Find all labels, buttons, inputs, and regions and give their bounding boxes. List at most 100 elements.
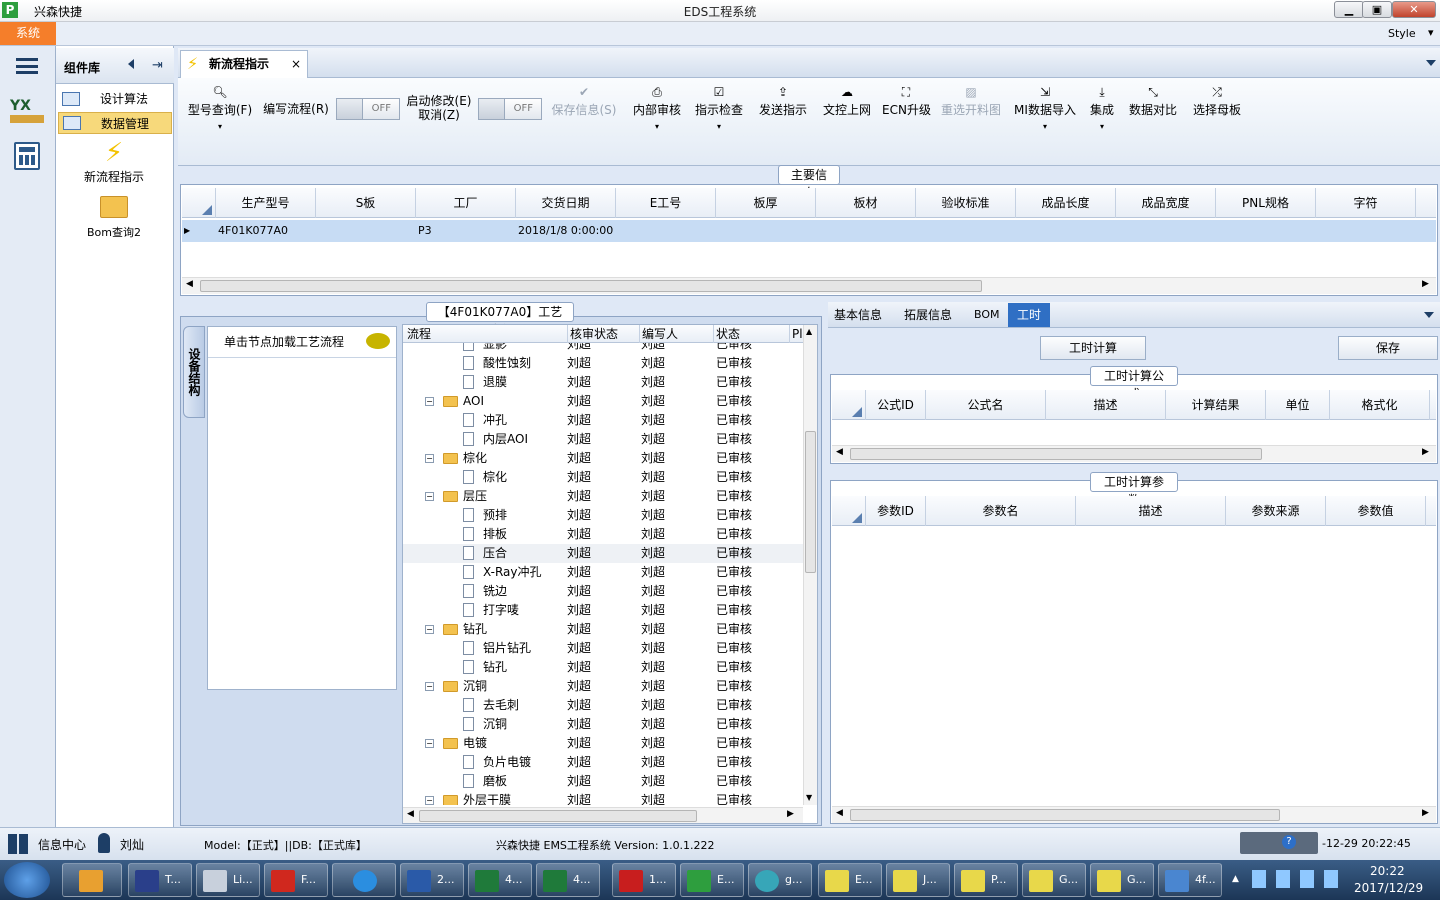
tab-extended-info[interactable]: 拓展信息 [898, 303, 958, 327]
taskbar-item[interactable]: 4f... [1158, 863, 1222, 897]
tree-row[interactable]: 负片电镀 刘超 刘超 已审核 [403, 753, 803, 772]
taskbar-item[interactable]: F... [264, 863, 328, 897]
tree-row[interactable]: 退膜 刘超 刘超 已审核 [403, 373, 803, 392]
scroll-thumb[interactable] [419, 810, 697, 822]
send-instruction-button[interactable]: ⇪ 发送指示 [756, 84, 810, 118]
column-header[interactable]: 参数名 [926, 496, 1076, 526]
column-header[interactable]: 编写人 [639, 325, 678, 343]
collapse-toggle-icon[interactable]: − [425, 492, 434, 501]
table-row[interactable]: ▶ 4F01K077A0 P3 2018/1/8 0:00:00 [182, 220, 1436, 242]
column-header[interactable]: 描述 [1076, 496, 1226, 526]
tree-row[interactable]: − 外层干膜 刘超 刘超 已审核 [403, 791, 803, 805]
tree-row[interactable]: − AOI 刘超 刘超 已审核 [403, 392, 803, 411]
column-header[interactable]: 生产型号 [216, 188, 316, 218]
scroll-left-icon[interactable]: ◀ [407, 809, 414, 819]
column-header[interactable]: 格式化 [1330, 390, 1430, 420]
tree-vscroll[interactable]: ▲ ▼ [803, 325, 817, 805]
tree-row[interactable]: 显影 刘超 刘超 已审核 [403, 343, 803, 354]
tree-row[interactable]: − 沉铜 刘超 刘超 已审核 [403, 677, 803, 696]
column-header[interactable]: 公式ID [866, 390, 926, 420]
tree-row[interactable]: 磨板 刘超 刘超 已审核 [403, 772, 803, 791]
column-header[interactable]: S板 [316, 188, 416, 218]
collapse-toggle-icon[interactable]: − [425, 454, 434, 463]
tree-row[interactable]: − 钻孔 刘超 刘超 已审核 [403, 620, 803, 639]
scroll-thumb[interactable] [200, 280, 982, 292]
tree-row[interactable]: 冲孔 刘超 刘超 已审核 [403, 411, 803, 430]
taskbar-item[interactable]: 2... [400, 863, 464, 897]
select-mother-board-button[interactable]: ⤮ 选择母板 [1190, 84, 1244, 118]
tree-row[interactable]: 铣边 刘超 刘超 已审核 [403, 582, 803, 601]
column-header[interactable]: E工号 [616, 188, 716, 218]
taskbar-item[interactable]: 4... [536, 863, 600, 897]
tree-row[interactable]: X-Ray冲孔 刘超 刘超 已审核 [403, 563, 803, 582]
reselect-drawing-button[interactable]: ▨ 重选开料图 [938, 84, 1004, 118]
right-tab-dropdown-icon[interactable] [1424, 312, 1434, 318]
instruction-check-button[interactable]: ☑ 指示检查 ▾ [692, 84, 746, 132]
yx-factory-icon[interactable]: YX [10, 98, 44, 128]
taskbar-item[interactable]: E... [818, 863, 882, 897]
taskbar-item[interactable] [62, 863, 122, 897]
vertical-tab-equipment[interactable]: 设备结构 [183, 326, 205, 418]
column-header[interactable]: 描述 [1046, 390, 1166, 420]
info-center-link[interactable]: 信息中心 [38, 836, 86, 853]
tree-row[interactable]: 去毛刺 刘超 刘超 已审核 [403, 696, 803, 715]
save-button[interactable]: 保存 [1338, 336, 1438, 360]
pin-panel-icon[interactable]: ⇥ [152, 58, 163, 73]
help-icon[interactable]: ? [1282, 835, 1296, 849]
tree-row[interactable]: 内层AOI 刘超 刘超 已审核 [403, 430, 803, 449]
column-header[interactable]: 计算结果 [1166, 390, 1266, 420]
tree-row[interactable]: 铝片钻孔 刘超 刘超 已审核 [403, 639, 803, 658]
tab-close-icon[interactable]: × [291, 51, 301, 77]
scroll-right-icon[interactable]: ▶ [1422, 447, 1429, 457]
tray-expand-icon[interactable]: ▲ [1232, 874, 1239, 884]
write-flow-button[interactable]: 编写流程(R) [262, 100, 330, 117]
scroll-right-icon[interactable]: ▶ [787, 809, 794, 819]
column-header[interactable]: 单位 [1266, 390, 1330, 420]
internal-review-button[interactable]: ⎙ 内部审核 ▾ [630, 84, 684, 132]
column-header[interactable]: 状态 [713, 325, 740, 343]
save-info-button[interactable]: ✔ 保存信息(S) [550, 84, 618, 118]
column-header[interactable]: 交货日期 [516, 188, 616, 218]
main-info-hscroll[interactable]: ◀ ▶ [182, 277, 1436, 294]
clock-time[interactable]: 20:22 [1370, 864, 1405, 878]
tree-row[interactable]: 打字唛 刘超 刘超 已审核 [403, 601, 803, 620]
new-flow-instruction-item[interactable]: ⚡ 新流程指示 [62, 138, 166, 185]
maximize-button[interactable]: ▣ [1362, 1, 1392, 18]
collapse-toggle-icon[interactable]: − [425, 796, 434, 805]
style-dropdown-icon[interactable]: ▾ [1428, 26, 1434, 39]
tree-row[interactable]: 压合 刘超 刘超 已审核 [403, 544, 803, 563]
start-modify-toggle[interactable]: OFF [478, 98, 542, 120]
collapse-toggle-icon[interactable]: − [425, 397, 434, 406]
taskbar-item[interactable]: J... [886, 863, 950, 897]
sidebar-item-design-algorithm[interactable]: 设计算法 [58, 88, 172, 110]
tree-row[interactable]: 钻孔 刘超 刘超 已审核 [403, 658, 803, 677]
column-header[interactable]: 参数值 [1326, 496, 1426, 526]
tab-new-flow-instruction[interactable]: ⚡ 新流程指示 × [180, 50, 308, 78]
column-header[interactable]: 流程 [407, 325, 431, 343]
taskbar-item[interactable]: G... [1022, 863, 1086, 897]
tree-row[interactable]: 酸性蚀刻 刘超 刘超 已审核 [403, 354, 803, 373]
tree-row[interactable]: 沉铜 刘超 刘超 已审核 [403, 715, 803, 734]
tree-row[interactable]: − 电镀 刘超 刘超 已审核 [403, 734, 803, 753]
integrate-button[interactable]: ⤓ 集成 ▾ [1086, 84, 1118, 132]
tree-hscroll[interactable]: ◀ ▶ [403, 807, 803, 823]
scroll-up-icon[interactable]: ▲ [806, 327, 812, 336]
taskbar-item[interactable]: g... [748, 863, 812, 897]
tab-work-hours[interactable]: 工时 [1008, 303, 1050, 327]
style-menu[interactable]: Style [1388, 27, 1416, 40]
calculator-icon[interactable] [14, 142, 40, 170]
system-menu[interactable]: 系统 [0, 22, 56, 45]
scroll-left-icon[interactable]: ◀ [836, 447, 843, 457]
minimize-button[interactable]: ▁ [1334, 1, 1364, 18]
bom-query-item[interactable]: Bom查询2 [62, 196, 166, 240]
scroll-thumb[interactable] [850, 809, 1280, 821]
tree-row[interactable]: 棕化 刘超 刘超 已审核 [403, 468, 803, 487]
collapse-toggle-icon[interactable]: − [425, 625, 434, 634]
doc-control-upload-button[interactable]: ☁ 文控上网 [820, 84, 874, 118]
windows-grid-icon[interactable] [8, 834, 28, 854]
hint-text[interactable]: 单击节点加载工艺流程 [224, 333, 344, 350]
taskbar-item[interactable]: G... [1090, 863, 1154, 897]
calc-work-hours-button[interactable]: 工时计算 [1040, 336, 1146, 360]
taskbar-item[interactable]: P... [954, 863, 1018, 897]
write-flow-toggle[interactable]: OFF [336, 98, 400, 120]
